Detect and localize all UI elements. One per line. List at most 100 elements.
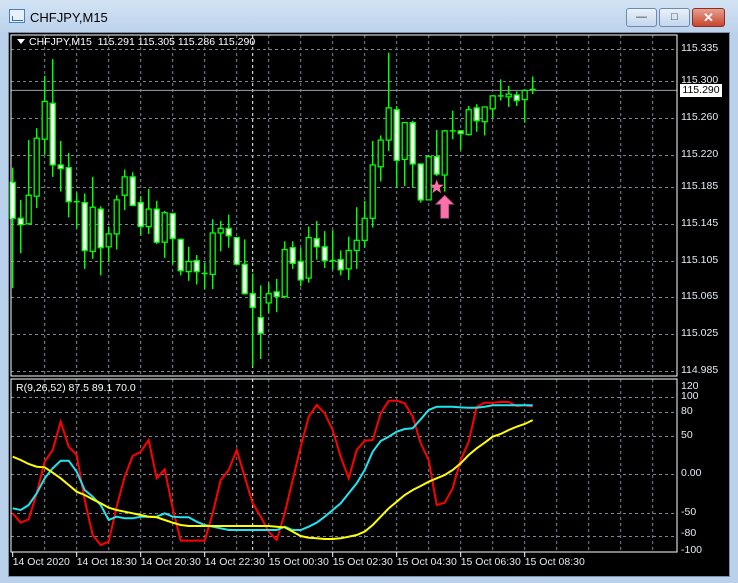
candle [153, 200, 160, 245]
candle [185, 246, 192, 281]
candle [393, 106, 400, 188]
candle [473, 104, 480, 132]
bull-candle-body [441, 130, 448, 176]
time-axis-label: 14 Oct 20:30 [140, 556, 201, 568]
bull-candle-body [305, 236, 312, 279]
bull-candle-body [209, 232, 216, 276]
candle [57, 140, 64, 192]
time-axis-label: 15 Oct 02:30 [332, 556, 393, 568]
bull-candle-body [361, 217, 368, 242]
bear-candle-body [433, 155, 440, 175]
bull-candle-body [465, 109, 472, 136]
bear-candle-body [81, 201, 88, 252]
candle [505, 85, 512, 107]
bull-candle-body [105, 233, 112, 248]
chart-canvas[interactable] [0, 0, 738, 583]
bull-candle-body [185, 260, 192, 273]
candle [49, 59, 56, 177]
bull-candle-body [369, 164, 376, 219]
candle [489, 94, 496, 118]
markers [429, 179, 455, 219]
bear-candle-body [97, 208, 104, 249]
candle [521, 89, 528, 123]
bear-candle-body [321, 246, 328, 262]
candle [441, 129, 448, 192]
candle [81, 193, 88, 269]
bear-candle-body [273, 291, 280, 298]
candle [385, 52, 392, 152]
bull-candle-body [385, 107, 392, 141]
candle [345, 236, 352, 280]
candle [257, 285, 264, 360]
bull-candle-body [345, 249, 352, 270]
time-axis-label: 15 Oct 06:30 [460, 556, 521, 568]
candle [353, 207, 360, 269]
candle [225, 214, 232, 248]
candle [233, 236, 240, 265]
bull-candle-body [521, 89, 528, 101]
bear-candle-body [417, 163, 424, 201]
candle [33, 128, 40, 209]
dropdown-triangle-icon[interactable] [17, 39, 25, 44]
bear-candle-body [337, 259, 344, 271]
bear-candle-body [17, 217, 24, 226]
candle [161, 210, 168, 258]
red-indicator-line [11, 399, 533, 547]
bear-candle-body [137, 201, 144, 228]
time-axis-label: 15 Oct 04:30 [396, 556, 457, 568]
candle [25, 140, 32, 225]
candle [377, 135, 384, 182]
candle [417, 163, 424, 203]
candle [321, 231, 328, 268]
candle [113, 195, 120, 250]
candle [337, 250, 344, 276]
open-value: 115.291 [97, 36, 135, 48]
time-axis-label: 14 Oct 22:30 [204, 556, 265, 568]
price-axis-label: 115.335 [681, 42, 719, 54]
bear-candle-body [177, 238, 184, 272]
bear-candle-body [241, 263, 248, 295]
candle [457, 129, 464, 151]
candle [313, 221, 320, 260]
bear-candle-body [65, 167, 72, 203]
bear-candle-body [257, 316, 264, 334]
bear-candle-body [169, 213, 176, 240]
bull-candle-body [217, 227, 224, 234]
candle [17, 199, 24, 254]
panel-borders [10, 34, 678, 557]
bear-candle-body [193, 259, 200, 273]
grid [11, 35, 677, 552]
time-axis-label: 14 Oct 18:30 [76, 556, 137, 568]
time-axis-label: 15 Oct 00:30 [268, 556, 329, 568]
candle [265, 282, 272, 314]
indicator-axis-label: 0.00 [681, 467, 702, 480]
indicator-label: R(9,26,52) 87.5 89.1 70.0 [16, 382, 136, 394]
buy-arrow-marker-icon [434, 194, 455, 219]
price-axis-label: 115.105 [681, 253, 719, 266]
bear-candle-body [57, 164, 64, 170]
symbol-label: CHFJPY,M15 [29, 36, 92, 48]
bear-candle-body [249, 293, 256, 309]
candle [97, 206, 104, 276]
candle [529, 76, 536, 95]
time-axis-label: 14 Oct 2020 [12, 556, 70, 568]
indicator-axis-label: 50 [681, 428, 693, 441]
candle [241, 239, 248, 295]
bull-candle-body [481, 106, 488, 123]
bull-candle-body [89, 206, 96, 253]
bear-candle-body [49, 102, 56, 166]
candle [41, 75, 48, 155]
candle [145, 188, 152, 234]
bear-candle-body [393, 109, 400, 161]
bear-candle-body [297, 260, 304, 281]
bull-candle-body [25, 194, 32, 225]
indicator-axis-label: -50 [681, 506, 697, 519]
bull-candle-body [121, 176, 128, 196]
candle [425, 154, 432, 201]
price-axis-label: 115.145 [681, 216, 719, 229]
candle [169, 212, 176, 265]
candle [209, 219, 216, 290]
candle [89, 176, 96, 259]
candle [369, 140, 376, 228]
candles [9, 52, 536, 367]
